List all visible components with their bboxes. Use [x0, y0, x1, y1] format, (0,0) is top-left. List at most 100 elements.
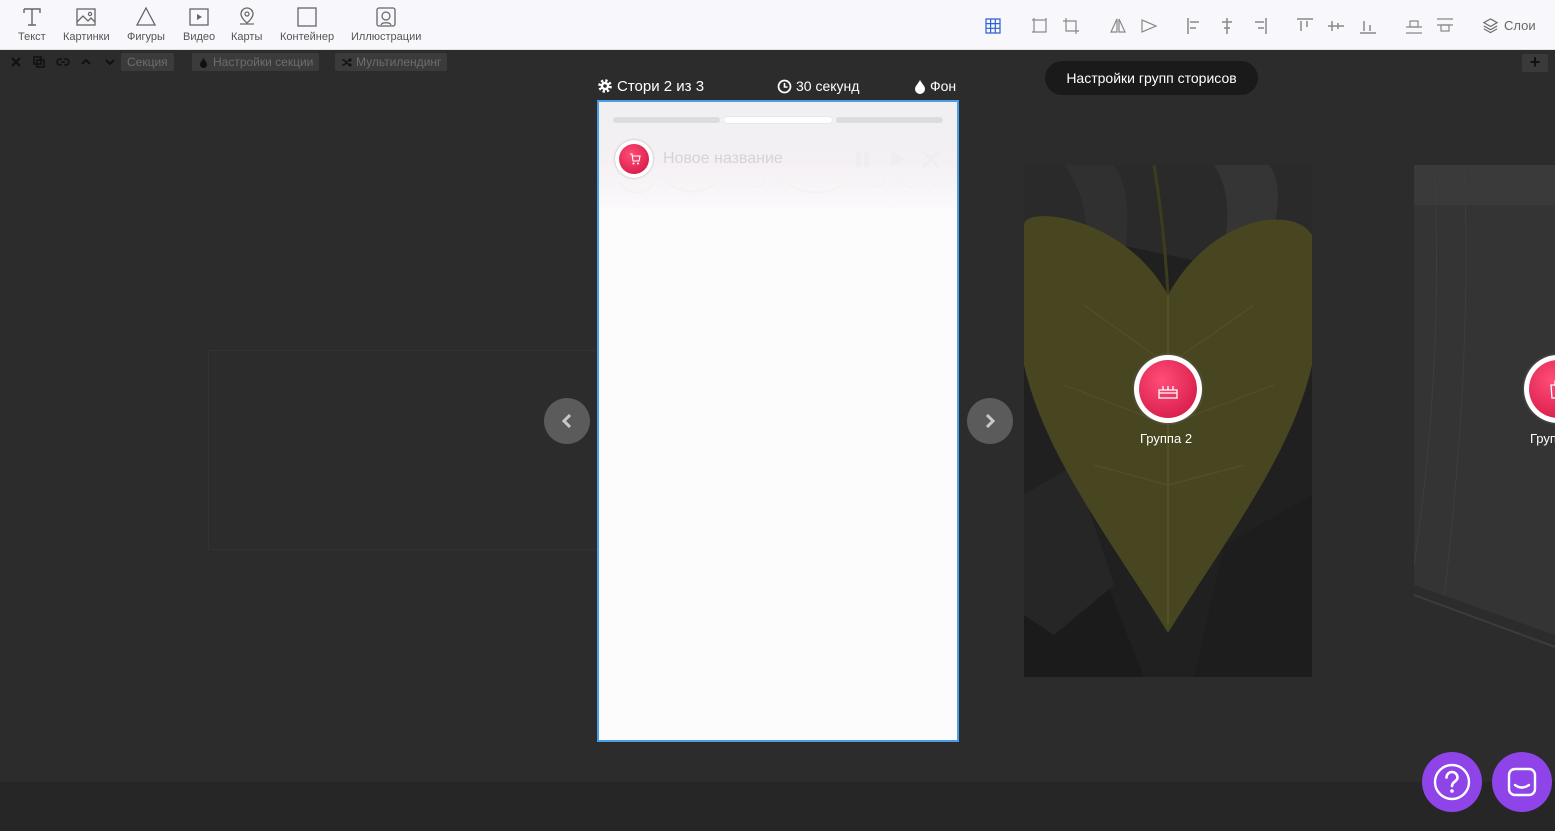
- shape-icon: [135, 6, 157, 26]
- chat-button[interactable]: [1492, 752, 1552, 812]
- story-frame[interactable]: Новое название: [597, 100, 959, 742]
- tool-shapes[interactable]: Фигуры: [127, 6, 165, 43]
- canvas-guide-rect: [208, 350, 608, 550]
- story-header-decoration: [618, 177, 946, 194]
- flip-horizontal-button[interactable]: [1109, 17, 1127, 35]
- image-icon: [76, 8, 96, 26]
- chevron-right-icon: [985, 413, 996, 429]
- tool-container[interactable]: Контейнер: [280, 6, 334, 43]
- fit-frame-button[interactable]: [1031, 17, 1049, 35]
- section-button[interactable]: Секция: [121, 53, 174, 71]
- text-icon: [23, 8, 41, 26]
- chevron-up-icon: [81, 58, 91, 65]
- copy-section-button[interactable]: [32, 55, 46, 69]
- distribute-horizontal-button[interactable]: [1436, 17, 1454, 35]
- next-story-button[interactable]: [967, 398, 1013, 444]
- tool-images-label: Картинки: [63, 31, 110, 43]
- story-group-card[interactable]: Груп: [1414, 165, 1555, 677]
- align-right-icon: [1255, 18, 1267, 34]
- tool-maps-label: Карты: [231, 31, 263, 43]
- align-top-button[interactable]: [1296, 17, 1314, 35]
- story-play-button[interactable]: [886, 148, 908, 170]
- tool-video[interactable]: Видео: [183, 6, 215, 43]
- align-left-icon: [1187, 18, 1199, 34]
- layers-label: Слои: [1504, 18, 1536, 33]
- distribute-vertical-button[interactable]: [1405, 17, 1423, 35]
- story-background-label: Фон: [930, 78, 957, 94]
- tool-illustrations[interactable]: Иллюстрации: [351, 6, 421, 43]
- crop-icon: [1063, 18, 1079, 34]
- story-pause-button[interactable]: [852, 148, 874, 170]
- add-section-label: +: [1529, 52, 1541, 72]
- drop-icon: [915, 79, 925, 94]
- top-toolbar: Текст Картинки Фигуры Видео Карты Контей…: [0, 0, 1555, 50]
- tool-text-label: Текст: [18, 31, 46, 43]
- story-groups-settings-button[interactable]: Настройки групп сторисов: [1045, 61, 1258, 95]
- align-bottom-button[interactable]: [1359, 17, 1377, 35]
- section-label: Секция: [127, 55, 168, 69]
- story-counter: Стори 2 из 3: [617, 77, 705, 95]
- close-icon: [11, 57, 21, 67]
- grid-toggle[interactable]: [984, 17, 1002, 35]
- delete-section-button[interactable]: [9, 55, 23, 69]
- align-bottom-icon: [1360, 21, 1376, 34]
- story-avatar-inner: [619, 144, 649, 174]
- multilanding-button[interactable]: Мультилендинг: [335, 53, 448, 71]
- align-right-button[interactable]: [1250, 17, 1268, 35]
- map-pin-icon: [239, 7, 254, 25]
- align-center-button[interactable]: [1218, 17, 1236, 35]
- align-left-button[interactable]: [1186, 17, 1204, 35]
- story-settings-button[interactable]: Стори 2 из 3: [597, 76, 704, 96]
- tool-video-label: Видео: [183, 31, 216, 43]
- prev-story-button[interactable]: [544, 398, 590, 444]
- layers-icon: [1482, 18, 1499, 34]
- tool-illustrations-label: Иллюстрации: [351, 31, 422, 43]
- story-background-button[interactable]: Фон: [914, 76, 956, 96]
- chevron-down-icon: [105, 59, 115, 66]
- cake-icon: [1158, 386, 1178, 399]
- group-avatar-inner: [1139, 360, 1197, 418]
- move-section-up-button[interactable]: [79, 55, 93, 69]
- layers-button[interactable]: Слои: [1482, 17, 1536, 34]
- story-progress: [613, 117, 943, 124]
- story-close-button[interactable]: [920, 148, 942, 170]
- progress-segment: [835, 117, 943, 123]
- tool-container-label: Контейнер: [280, 31, 335, 43]
- story-groups-settings-label: Настройки групп сторисов: [1066, 70, 1237, 86]
- move-section-down-button[interactable]: [103, 55, 117, 69]
- progress-segment: [613, 117, 721, 123]
- section-settings-button[interactable]: Настройки секции: [192, 53, 320, 71]
- story-title[interactable]: Новое название: [663, 150, 783, 168]
- frame-icon: [1032, 18, 1047, 33]
- close-icon: [922, 150, 940, 168]
- copy-icon: [33, 56, 45, 68]
- gear-icon: [598, 79, 612, 93]
- group-label: Группа 2: [1140, 431, 1193, 446]
- align-middle-button[interactable]: [1327, 17, 1345, 35]
- distribute-horizontal-icon: [1437, 18, 1453, 32]
- story-group-card[interactable]: Группа 2: [1024, 165, 1312, 677]
- play-icon: [891, 151, 905, 167]
- tool-shapes-label: Фигуры: [127, 31, 165, 43]
- tool-text[interactable]: Текст: [18, 6, 46, 43]
- tool-images[interactable]: Картинки: [63, 6, 110, 43]
- section-bar: Секция Настройки секции Мультилендинг: [0, 52, 1555, 72]
- align-middle-icon: [1328, 21, 1344, 31]
- link-section-button[interactable]: [56, 55, 70, 69]
- pause-icon: [856, 151, 869, 167]
- add-section-button[interactable]: +: [1522, 52, 1548, 72]
- crop-button[interactable]: [1062, 17, 1080, 35]
- link-icon: [56, 58, 70, 66]
- story-duration-button[interactable]: 30 секунд: [777, 76, 859, 96]
- align-top-icon: [1297, 18, 1313, 31]
- tool-maps[interactable]: Карты: [231, 6, 262, 43]
- group-avatar: [1134, 355, 1202, 423]
- multilanding-label: Мультилендинг: [356, 55, 442, 69]
- flip-vertical-button[interactable]: [1140, 17, 1158, 35]
- container-icon: [297, 7, 317, 27]
- cart-icon: [630, 153, 641, 165]
- progress-segment-active: [724, 117, 832, 123]
- flip-vertical-icon: [1141, 19, 1158, 33]
- question-icon: [1433, 763, 1471, 801]
- help-button[interactable]: [1422, 752, 1482, 812]
